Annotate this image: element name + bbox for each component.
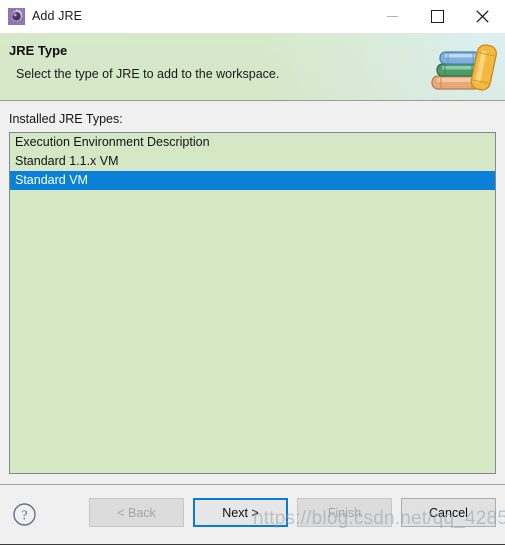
window-title: Add JRE xyxy=(32,9,83,23)
close-icon[interactable] xyxy=(460,0,505,33)
footer-button-row: < Back Next > Finish Cancel xyxy=(80,498,496,527)
title-bar: Add JRE xyxy=(0,0,505,33)
help-icon[interactable]: ? xyxy=(12,502,37,527)
finish-button[interactable]: Finish xyxy=(297,498,392,527)
page-description: Select the type of JRE to add to the wor… xyxy=(16,67,280,81)
wizard-header: JRE Type Select the type of JRE to add t… xyxy=(0,33,505,101)
dialog-footer: ? < Back Next > Finish Cancel xyxy=(0,484,505,544)
installed-jre-types-label: Installed JRE Types: xyxy=(9,112,123,126)
dialog-body: Installed JRE Types: Execution Environme… xyxy=(0,101,505,484)
list-item[interactable]: Standard 1.1.x VM xyxy=(10,152,495,171)
minimize-icon[interactable] xyxy=(370,0,415,33)
next-button[interactable]: Next > xyxy=(193,498,288,527)
jre-gear-icon xyxy=(8,7,25,25)
page-title: JRE Type xyxy=(9,43,68,58)
cancel-button[interactable]: Cancel xyxy=(401,498,496,527)
maximize-icon[interactable] xyxy=(415,0,460,33)
list-item[interactable]: Execution Environment Description xyxy=(10,133,495,152)
installed-jre-types-list[interactable]: Execution Environment Description Standa… xyxy=(9,132,496,474)
back-button[interactable]: < Back xyxy=(89,498,184,527)
svg-text:?: ? xyxy=(21,508,27,523)
list-item[interactable]: Standard VM xyxy=(10,171,495,190)
books-stack-icon xyxy=(428,39,498,97)
window-controls xyxy=(370,0,505,33)
add-jre-dialog: Add JRE JRE Type Select the type of JRE … xyxy=(0,0,505,545)
